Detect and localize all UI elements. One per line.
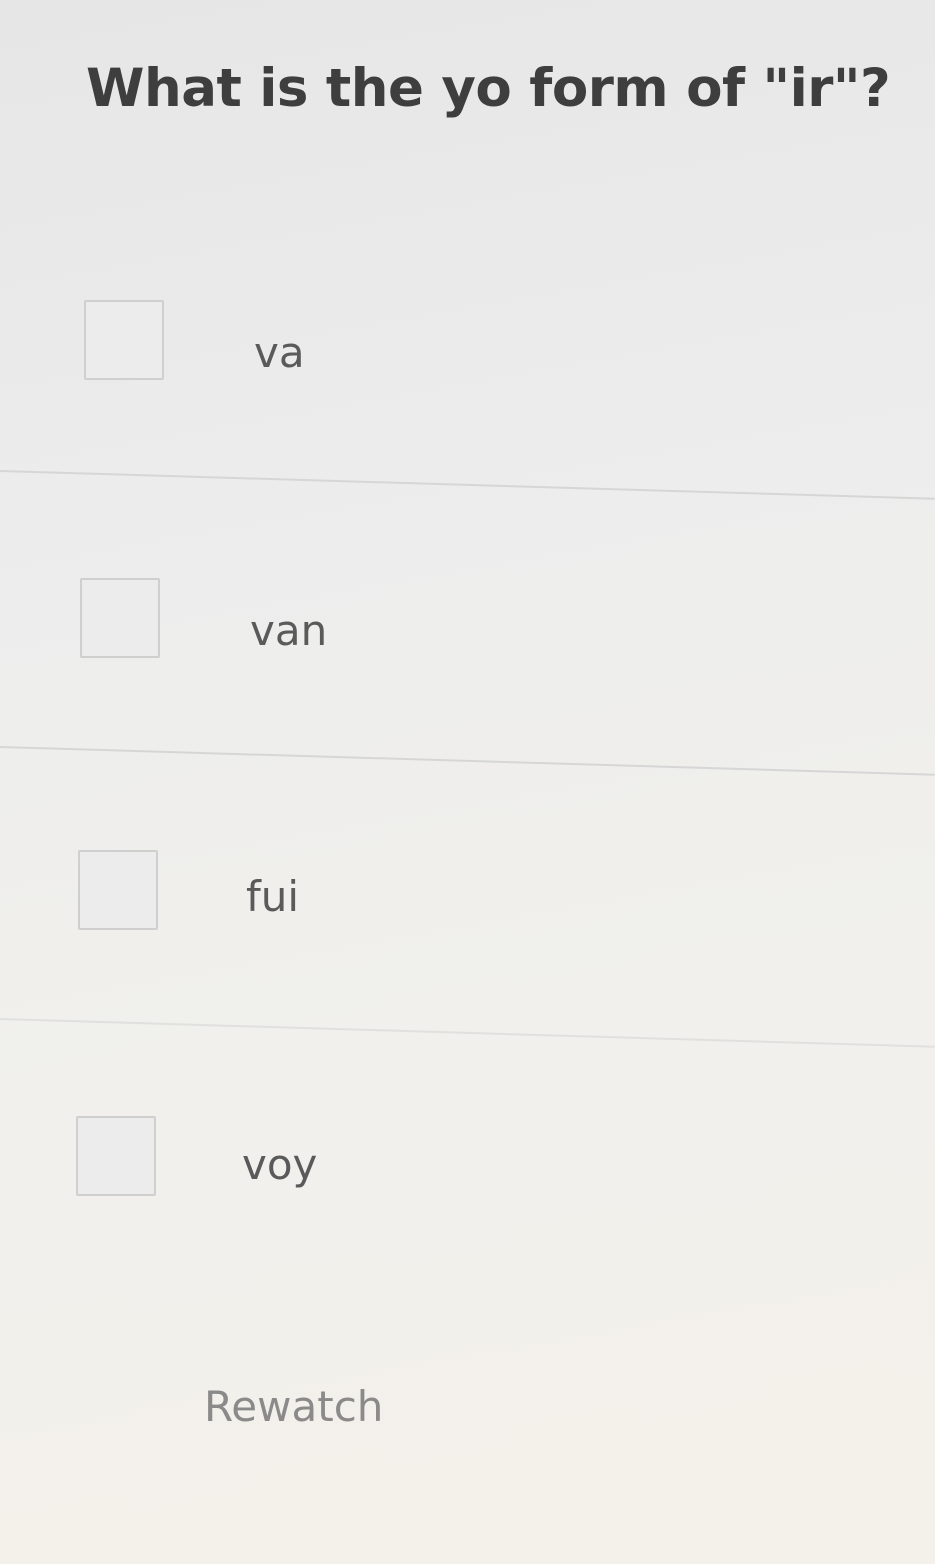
option-label: fui — [246, 872, 300, 921]
option-checkbox[interactable] — [76, 1116, 156, 1196]
option-label: voy — [242, 1140, 318, 1189]
rewatch-button[interactable]: Rewatch — [204, 1382, 383, 1431]
answer-option-fui[interactable]: fui — [0, 800, 935, 1070]
option-checkbox[interactable] — [80, 578, 160, 658]
option-checkbox[interactable] — [84, 300, 164, 380]
option-label: van — [250, 606, 328, 655]
option-label: va — [254, 328, 305, 377]
option-checkbox[interactable] — [78, 850, 158, 930]
answer-option-van[interactable]: van — [0, 528, 935, 798]
answer-option-voy[interactable]: voy — [0, 1066, 935, 1336]
question-title: What is the yo form of "ir"? — [86, 58, 891, 119]
quiz-container: What is the yo form of "ir"? va van fui … — [0, 0, 935, 1564]
answer-option-va[interactable]: va — [0, 250, 935, 520]
